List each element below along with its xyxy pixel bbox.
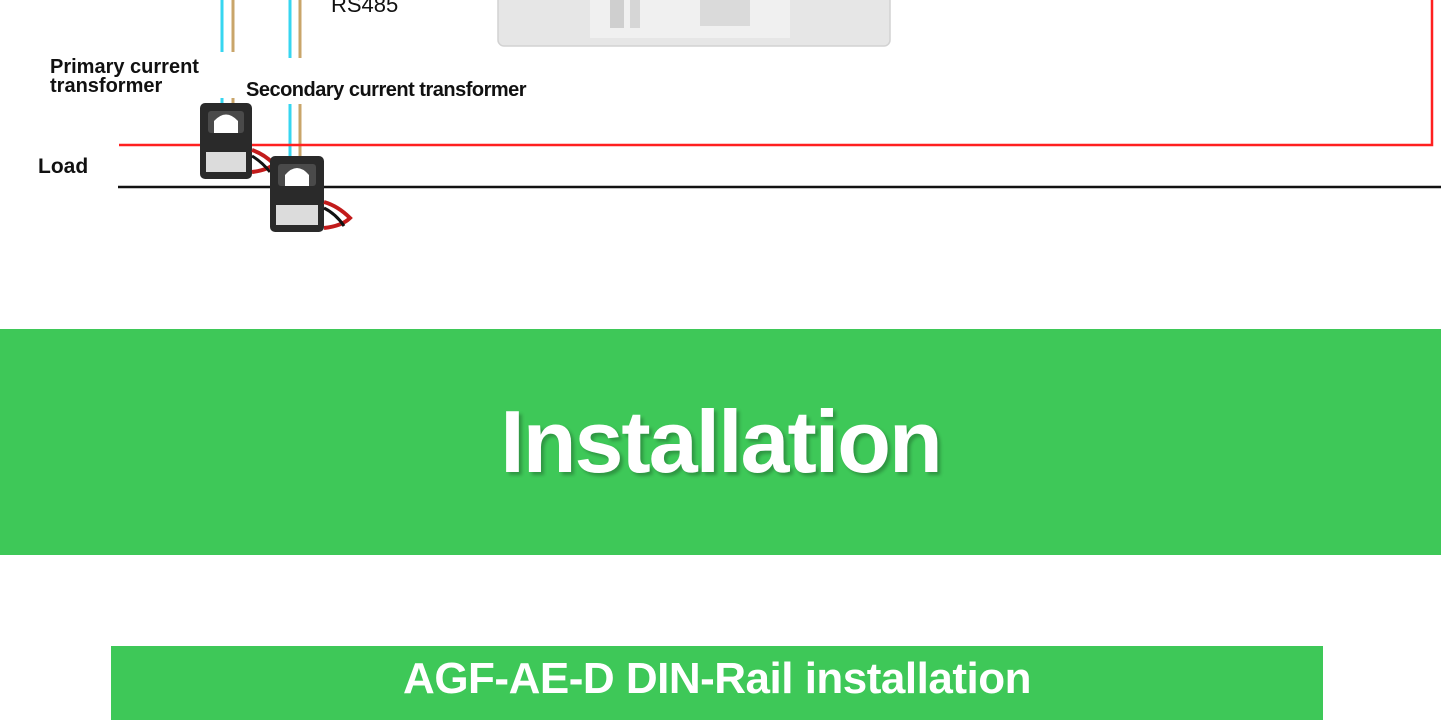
din-rail-heading: AGF-AE-D DIN-Rail installation xyxy=(403,654,1031,703)
installation-banner: Installation xyxy=(0,329,1441,555)
rs485-label: RS485 xyxy=(331,0,399,17)
meter-device-image xyxy=(497,0,891,47)
secondary-ct-image xyxy=(270,156,353,232)
installation-heading: Installation xyxy=(500,392,942,491)
wiring-diagram-svg xyxy=(118,0,1441,232)
load-label: Load xyxy=(38,155,89,178)
din-rail-banner: AGF-AE-D DIN-Rail installation xyxy=(111,646,1323,720)
wiring-diagram: RS485 Primary current transformer Second… xyxy=(0,0,1441,300)
primary-ct-label: Primary current transformer xyxy=(50,56,199,97)
primary-ct-image xyxy=(200,103,277,179)
secondary-ct-label: Secondary current transformer xyxy=(246,79,527,101)
